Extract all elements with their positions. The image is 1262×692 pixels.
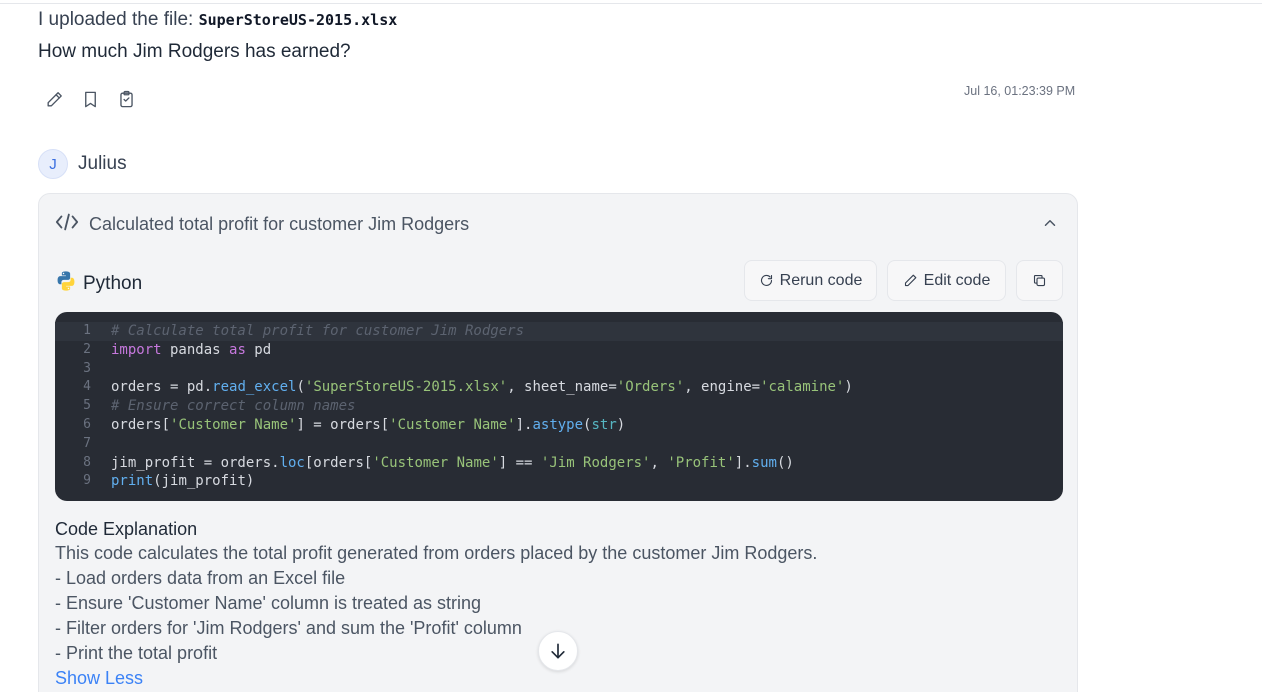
- rerun-code-label: Rerun code: [779, 271, 863, 289]
- line-number: 7: [83, 435, 91, 451]
- code-line: 2 import pandas as pd: [55, 341, 1063, 360]
- rerun-code-button[interactable]: Rerun code: [744, 260, 877, 301]
- code-line: 6 orders['Customer Name'] = orders['Custo…: [55, 416, 1063, 435]
- code-line: 5 # Ensure correct column names: [55, 397, 1063, 416]
- line-number: 2: [83, 341, 91, 357]
- refresh-icon: [760, 274, 772, 286]
- code-line: 4 orders = pd.read_excel('SuperStoreUS-20…: [55, 378, 1063, 397]
- uploaded-file-name: SuperStoreUS-2015.xlsx: [198, 11, 398, 29]
- code-panel-title: Calculated total profit for customer Jim…: [89, 214, 470, 234]
- bookmark-icon[interactable]: [80, 89, 100, 109]
- python-logo-icon: [55, 270, 77, 297]
- copy-code-button[interactable]: [1016, 260, 1063, 301]
- line-number: 5: [83, 398, 91, 414]
- code-line: 3: [55, 360, 1063, 379]
- edit-code-button[interactable]: Edit code: [887, 260, 1006, 301]
- explanation-title: Code Explanation: [55, 519, 198, 539]
- line-number: 8: [83, 454, 91, 470]
- code-text: jim_profit = orders.loc[orders['Customer…: [111, 454, 794, 471]
- line-number: 6: [83, 416, 91, 432]
- line-number: 9: [83, 473, 91, 489]
- language-label: Python: [55, 270, 142, 297]
- code-panel-header[interactable]: Calculated total profit for customer Jim…: [55, 212, 469, 237]
- code-text: # Calculate total profit for customer Ji…: [111, 323, 525, 339]
- message-timestamp: Jul 16, 01:23:39 PM: [964, 84, 1076, 98]
- explanation-bullet: - Ensure 'Customer Name' column is treat…: [55, 593, 482, 613]
- top-divider: [0, 3, 1262, 4]
- upload-notice: I uploaded the file: SuperStoreUS-2015.x…: [38, 8, 1078, 32]
- code-editor[interactable]: 1 # Calculate total profit for customer J…: [55, 312, 1063, 501]
- line-number: 1: [83, 323, 91, 338]
- assistant-header: J Julius: [38, 149, 127, 179]
- code-line: 9 print(jim_profit): [55, 472, 1063, 491]
- explanation-bullet: - Load orders data from an Excel file: [55, 568, 346, 588]
- explanation-summary: This code calculates the total profit ge…: [55, 543, 818, 563]
- assistant-name: Julius: [78, 153, 127, 174]
- message-actions: [44, 89, 136, 109]
- avatar: J: [38, 149, 68, 179]
- pencil-icon[interactable]: [44, 89, 64, 109]
- code-line: 1 # Calculate total profit for customer J…: [55, 322, 1063, 341]
- line-number: 3: [83, 360, 91, 376]
- code-icon: [55, 212, 79, 237]
- user-message: I uploaded the file: SuperStoreUS-2015.x…: [38, 8, 1078, 64]
- upload-prefix: I uploaded the file:: [38, 9, 199, 30]
- scroll-to-bottom-button[interactable]: [538, 631, 578, 671]
- clipboard-icon[interactable]: [116, 89, 136, 109]
- code-text: orders['Customer Name'] = orders['Custom…: [111, 416, 626, 433]
- copy-icon: [1033, 274, 1046, 287]
- code-text: orders = pd.read_excel('SuperStoreUS-201…: [111, 379, 853, 396]
- code-line: 7: [55, 435, 1063, 454]
- pencil-icon: [904, 274, 917, 287]
- edit-code-label: Edit code: [923, 271, 991, 289]
- chevron-up-icon[interactable]: [1041, 214, 1059, 232]
- line-number: 4: [83, 379, 91, 395]
- user-question: How much Jim Rodgers has earned?: [38, 41, 351, 62]
- code-text: # Ensure correct column names: [111, 398, 356, 415]
- code-panel: Calculated total profit for customer Jim…: [38, 193, 1078, 692]
- code-line: 8 jim_profit = orders.loc[orders['Custome…: [55, 454, 1063, 473]
- code-text: print(jim_profit): [111, 473, 255, 490]
- arrow-down-icon: [551, 643, 565, 659]
- code-text: import pandas as pd: [111, 341, 272, 358]
- language-name: Python: [83, 272, 143, 294]
